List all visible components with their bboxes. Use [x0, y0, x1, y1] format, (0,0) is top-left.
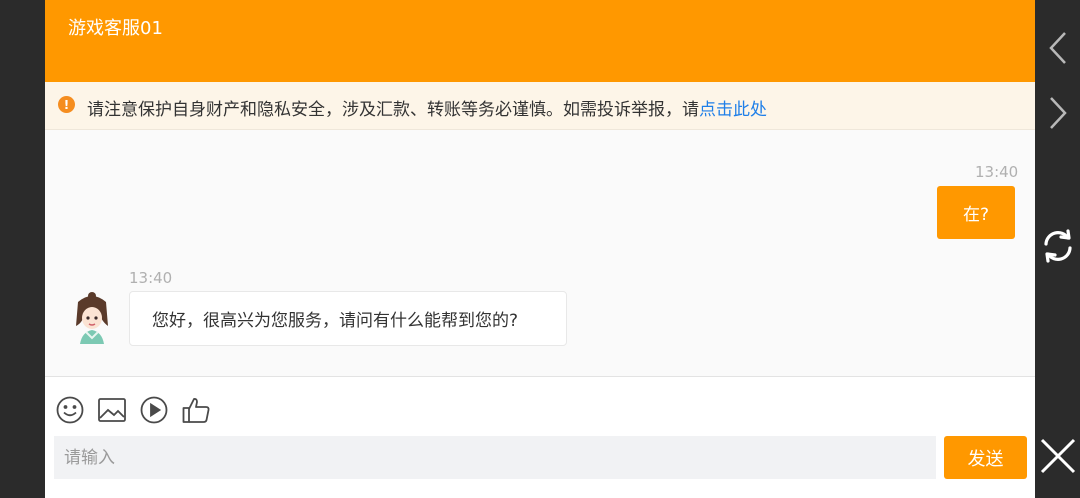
next-button[interactable]: [1035, 93, 1080, 137]
notice-text: 请注意保护自身财产和隐私安全，涉及汇款、转账等务必谨慎。如需投诉举报，请点击此处: [87, 95, 767, 120]
outgoing-timestamp: 13:40: [975, 163, 1019, 181]
agent-avatar[interactable]: [70, 292, 114, 344]
left-rail: [0, 0, 45, 498]
prev-button[interactable]: [1035, 28, 1080, 72]
header-bar: 游戏客服01: [45, 0, 1035, 82]
outgoing-message-text: 在?: [962, 205, 990, 225]
chat-panel: 游戏客服01 ! 请注意保护自身财产和隐私安全，涉及汇款、转账等务必谨慎。如需投…: [45, 0, 1035, 498]
safety-notice: ! 请注意保护自身财产和隐私安全，涉及汇款、转账等务必谨慎。如需投诉举报，请点击…: [45, 82, 1035, 130]
close-button[interactable]: [1035, 436, 1080, 480]
composer: 发送: [45, 435, 1035, 498]
emoji-icon[interactable]: [55, 395, 85, 425]
composer-toolbar: [45, 377, 1035, 435]
page-title: 游戏客服01: [68, 18, 163, 39]
right-rail: [1035, 0, 1080, 498]
image-icon[interactable]: [97, 395, 127, 425]
message-list[interactable]: 13:40 在? 13:40 您好，很高兴为您服务，请问有什么能帮到您的?: [45, 130, 1035, 376]
thumbs-up-icon[interactable]: [181, 395, 211, 425]
close-icon: [1039, 437, 1077, 479]
video-play-icon[interactable]: [139, 395, 169, 425]
outgoing-message[interactable]: 在?: [937, 186, 1015, 239]
send-button-label: 发送: [967, 448, 1004, 470]
refresh-icon: [1040, 228, 1076, 268]
incoming-message-text: 您好，很高兴为您服务，请问有什么能帮到您的?: [152, 311, 519, 331]
incoming-timestamp: 13:40: [129, 269, 173, 287]
message-input[interactable]: [54, 436, 936, 479]
notice-message: 请注意保护自身财产和隐私安全，涉及汇款、转账等务必谨慎。如需投诉举报，请: [87, 100, 699, 120]
chevron-left-icon: [1046, 30, 1070, 70]
complaint-link[interactable]: 点击此处: [699, 100, 767, 120]
exclamation-circle-icon: !: [58, 96, 75, 113]
send-button[interactable]: 发送: [944, 436, 1027, 479]
refresh-button[interactable]: [1035, 226, 1080, 270]
incoming-message[interactable]: 您好，很高兴为您服务，请问有什么能帮到您的?: [129, 291, 567, 346]
chevron-right-icon: [1046, 95, 1070, 135]
